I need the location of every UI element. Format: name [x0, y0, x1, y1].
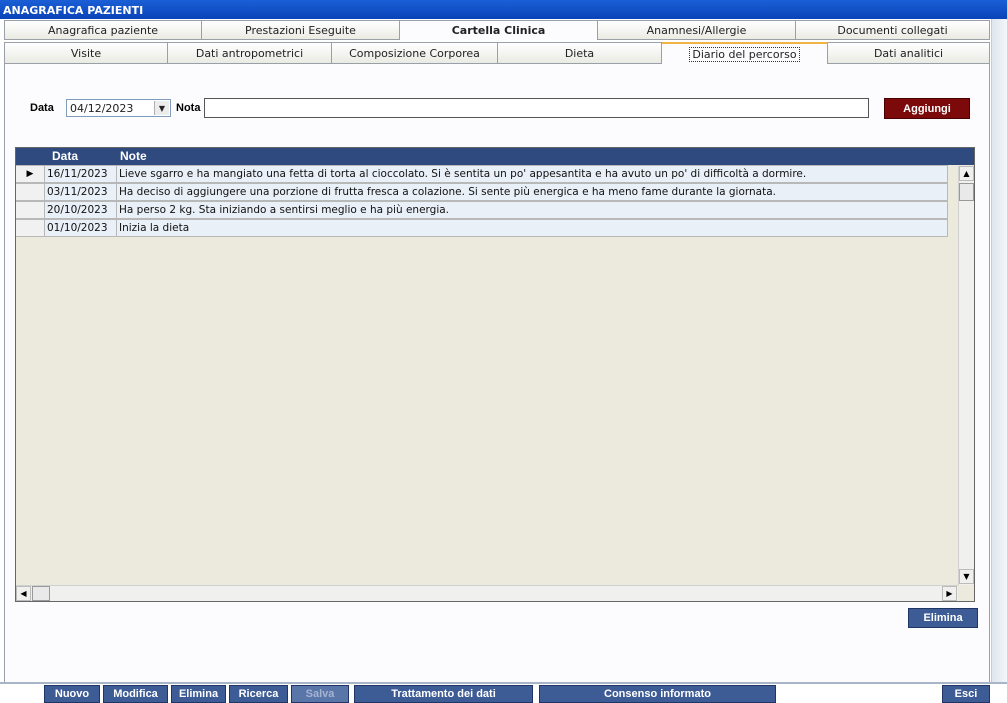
scroll-left-icon[interactable]: ◀ — [16, 586, 31, 601]
row-date: 01/10/2023 — [45, 219, 117, 237]
window-title: ANAGRAFICA PAZIENTI — [0, 0, 1007, 19]
table-row[interactable]: 20/10/2023 Ha perso 2 kg. Sta iniziando … — [16, 201, 948, 219]
tab-dati-analitici[interactable]: Dati analitici — [828, 42, 990, 64]
tab-anagrafica-paziente[interactable]: Anagrafica paziente — [4, 20, 202, 40]
informed-consent-button[interactable]: Consenso informato — [539, 685, 776, 703]
horizontal-scroll-thumb[interactable] — [32, 586, 50, 601]
table-row[interactable]: 01/10/2023 Inizia la dieta — [16, 219, 948, 237]
row-date: 16/11/2023 — [45, 165, 117, 183]
scroll-down-icon[interactable]: ▼ — [959, 569, 974, 584]
row-selector[interactable] — [16, 201, 45, 219]
horizontal-scrollbar[interactable]: ◀ ▶ — [16, 585, 958, 601]
search-button[interactable]: Ricerca — [229, 685, 288, 703]
column-header-date[interactable]: Data — [52, 149, 78, 163]
row-note: Ha perso 2 kg. Sta iniziando a sentirsi … — [117, 201, 948, 219]
scroll-corner — [958, 585, 974, 601]
row-note: Ha deciso di aggiungere una porzione di … — [117, 183, 948, 201]
add-button[interactable]: Aggiungi — [884, 98, 970, 119]
tab-diario-label: Diario del percorso — [689, 46, 800, 62]
main-tab-bar: Anagrafica paziente Prestazioni Eseguite… — [4, 20, 990, 40]
diary-grid: Data Note ▶ 16/11/2023 Lieve sgarro e ha… — [15, 147, 975, 602]
tab-prestazioni-eseguite[interactable]: Prestazioni Eseguite — [202, 20, 400, 40]
data-processing-button[interactable]: Trattamento dei dati — [354, 685, 533, 703]
table-row[interactable]: 03/11/2023 Ha deciso di aggiungere una p… — [16, 183, 948, 201]
tab-dieta[interactable]: Dieta — [498, 42, 662, 64]
window-right-edge — [991, 19, 1007, 703]
delete-button[interactable]: Elimina — [171, 685, 226, 703]
edit-button[interactable]: Modifica — [103, 685, 168, 703]
tab-cartella-clinica[interactable]: Cartella Clinica — [400, 20, 598, 40]
chevron-down-icon[interactable]: ▼ — [154, 101, 169, 115]
exit-button[interactable]: Esci — [942, 685, 990, 703]
tab-diario-del-percorso[interactable]: Diario del percorso — [662, 42, 828, 64]
note-label: Nota — [176, 102, 201, 114]
date-value: 04/12/2023 — [70, 102, 134, 115]
scroll-right-icon[interactable]: ▶ — [942, 586, 957, 601]
table-row[interactable]: ▶ 16/11/2023 Lieve sgarro e ha mangiato … — [16, 165, 948, 183]
sub-tab-bar: Visite Dati antropometrici Composizione … — [4, 42, 990, 64]
note-input[interactable] — [204, 98, 869, 118]
row-selector[interactable] — [16, 219, 45, 237]
column-header-note[interactable]: Note — [120, 149, 147, 163]
row-selector[interactable] — [16, 183, 45, 201]
vertical-scrollbar[interactable]: ▲ ▼ — [958, 166, 974, 586]
tab-dati-antropometrici[interactable]: Dati antropometrici — [168, 42, 332, 64]
tab-visite[interactable]: Visite — [4, 42, 168, 64]
delete-entry-button[interactable]: Elimina — [908, 608, 978, 628]
tab-documenti-collegati[interactable]: Documenti collegati — [796, 20, 990, 40]
row-date: 20/10/2023 — [45, 201, 117, 219]
tab-composizione-corporea[interactable]: Composizione Corporea — [332, 42, 498, 64]
new-button[interactable]: Nuovo — [44, 685, 100, 703]
grid-header: Data Note — [16, 148, 974, 165]
date-label: Data — [30, 102, 54, 114]
scroll-up-icon[interactable]: ▲ — [959, 166, 974, 181]
tab-anamnesi-allergie[interactable]: Anamnesi/Allergie — [598, 20, 796, 40]
row-date: 03/11/2023 — [45, 183, 117, 201]
current-row-arrow-icon: ▶ — [16, 165, 45, 183]
row-note: Lieve sgarro e ha mangiato una fetta di … — [117, 165, 948, 183]
vertical-scroll-thumb[interactable] — [959, 183, 974, 201]
row-note: Inizia la dieta — [117, 219, 948, 237]
date-picker[interactable]: 04/12/2023 ▼ — [66, 99, 171, 117]
save-button[interactable]: Salva — [291, 685, 349, 703]
